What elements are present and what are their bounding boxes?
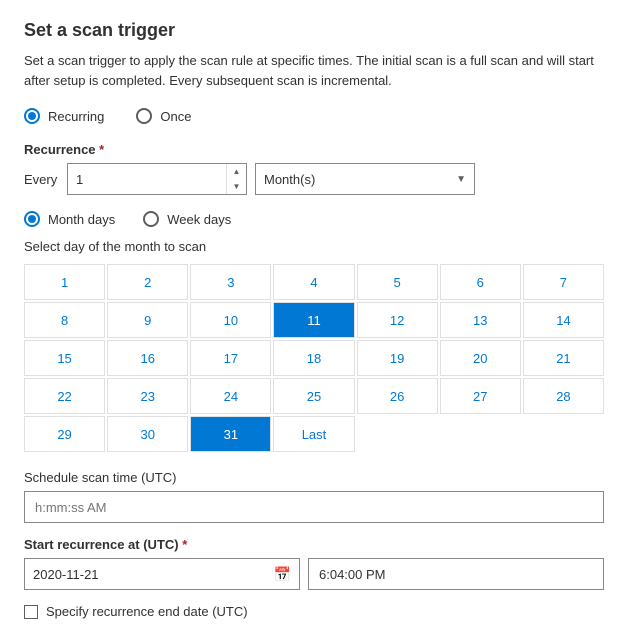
radio-label-recurring: Recurring: [48, 109, 104, 124]
cal-day-15[interactable]: 15: [24, 340, 105, 376]
period-select[interactable]: Month(s) Week(s) Day(s): [256, 164, 474, 194]
start-recurrence-label: Start recurrence at (UTC) *: [24, 537, 608, 552]
cal-day-17[interactable]: 17: [190, 340, 271, 376]
scan-time-input[interactable]: [24, 491, 604, 523]
cal-day-6[interactable]: 6: [440, 264, 521, 300]
recurrence-label: Recurrence *: [24, 142, 608, 157]
radio-circle-week-days: [143, 211, 159, 227]
cal-day-30[interactable]: 30: [107, 416, 188, 452]
spin-arrows: ▲ ▼: [226, 164, 246, 194]
date-input-wrapper[interactable]: 📅: [24, 558, 300, 590]
radio-recurring[interactable]: Recurring: [24, 108, 104, 124]
calendar-label: Select day of the month to scan: [24, 239, 608, 254]
start-time-input[interactable]: [308, 558, 604, 590]
every-label: Every: [24, 172, 59, 187]
cal-day-12[interactable]: 12: [357, 302, 438, 338]
day-type-group: Month days Week days: [24, 211, 608, 227]
radio-circle-once: [136, 108, 152, 124]
cal-day-20[interactable]: 20: [440, 340, 521, 376]
cal-day-23[interactable]: 23: [107, 378, 188, 414]
cal-day-9[interactable]: 9: [107, 302, 188, 338]
cal-day-29[interactable]: 29: [24, 416, 105, 452]
radio-label-month-days: Month days: [48, 212, 115, 227]
recurrence-required-marker: *: [99, 142, 104, 157]
scan-time-section: Schedule scan time (UTC): [24, 470, 608, 523]
start-recurrence-section: Start recurrence at (UTC) * 📅: [24, 537, 608, 590]
cal-day-2[interactable]: 2: [107, 264, 188, 300]
page-title: Set a scan trigger: [24, 20, 608, 41]
cal-day-19[interactable]: 19: [357, 340, 438, 376]
start-recurrence-row: 📅: [24, 558, 604, 590]
trigger-type-group: Recurring Once: [24, 108, 608, 124]
cal-day-24[interactable]: 24: [190, 378, 271, 414]
radio-circle-recurring: [24, 108, 40, 124]
spin-up-arrow[interactable]: ▲: [227, 164, 246, 179]
cal-day-25[interactable]: 25: [273, 378, 354, 414]
scan-time-label: Schedule scan time (UTC): [24, 470, 608, 485]
start-recurrence-required-marker: *: [182, 537, 187, 552]
period-select-wrapper[interactable]: Month(s) Week(s) Day(s) ▼: [255, 163, 475, 195]
radio-once[interactable]: Once: [136, 108, 191, 124]
page-description: Set a scan trigger to apply the scan rul…: [24, 51, 608, 90]
cal-day-last[interactable]: Last: [273, 416, 354, 452]
cal-day-31[interactable]: 31: [190, 416, 271, 452]
date-input[interactable]: [25, 559, 266, 589]
cal-day-27[interactable]: 27: [440, 378, 521, 414]
every-spin-input[interactable]: ▲ ▼: [67, 163, 247, 195]
cal-day-13[interactable]: 13: [440, 302, 521, 338]
calendar-grid: 1234567891011121314151617181920212223242…: [24, 264, 604, 452]
radio-month-days[interactable]: Month days: [24, 211, 115, 227]
recurrence-row: Every ▲ ▼ Month(s) Week(s) Day(s) ▼: [24, 163, 608, 195]
cal-day-26[interactable]: 26: [357, 378, 438, 414]
cal-day-18[interactable]: 18: [273, 340, 354, 376]
cal-day-5[interactable]: 5: [357, 264, 438, 300]
every-value-input[interactable]: [68, 164, 226, 194]
radio-week-days[interactable]: Week days: [143, 211, 231, 227]
cal-day-3[interactable]: 3: [190, 264, 271, 300]
cal-day-10[interactable]: 10: [190, 302, 271, 338]
spin-down-arrow[interactable]: ▼: [227, 179, 246, 194]
cal-day-21[interactable]: 21: [523, 340, 604, 376]
radio-label-week-days: Week days: [167, 212, 231, 227]
radio-label-once: Once: [160, 109, 191, 124]
cal-day-4[interactable]: 4: [273, 264, 354, 300]
cal-day-14[interactable]: 14: [523, 302, 604, 338]
cal-day-8[interactable]: 8: [24, 302, 105, 338]
cal-day-22[interactable]: 22: [24, 378, 105, 414]
cal-day-1[interactable]: 1: [24, 264, 105, 300]
calendar-icon[interactable]: 📅: [266, 566, 299, 583]
cal-day-16[interactable]: 16: [107, 340, 188, 376]
cal-day-28[interactable]: 28: [523, 378, 604, 414]
cal-day-11[interactable]: 11: [273, 302, 354, 338]
radio-circle-month-days: [24, 211, 40, 227]
cal-day-7[interactable]: 7: [523, 264, 604, 300]
